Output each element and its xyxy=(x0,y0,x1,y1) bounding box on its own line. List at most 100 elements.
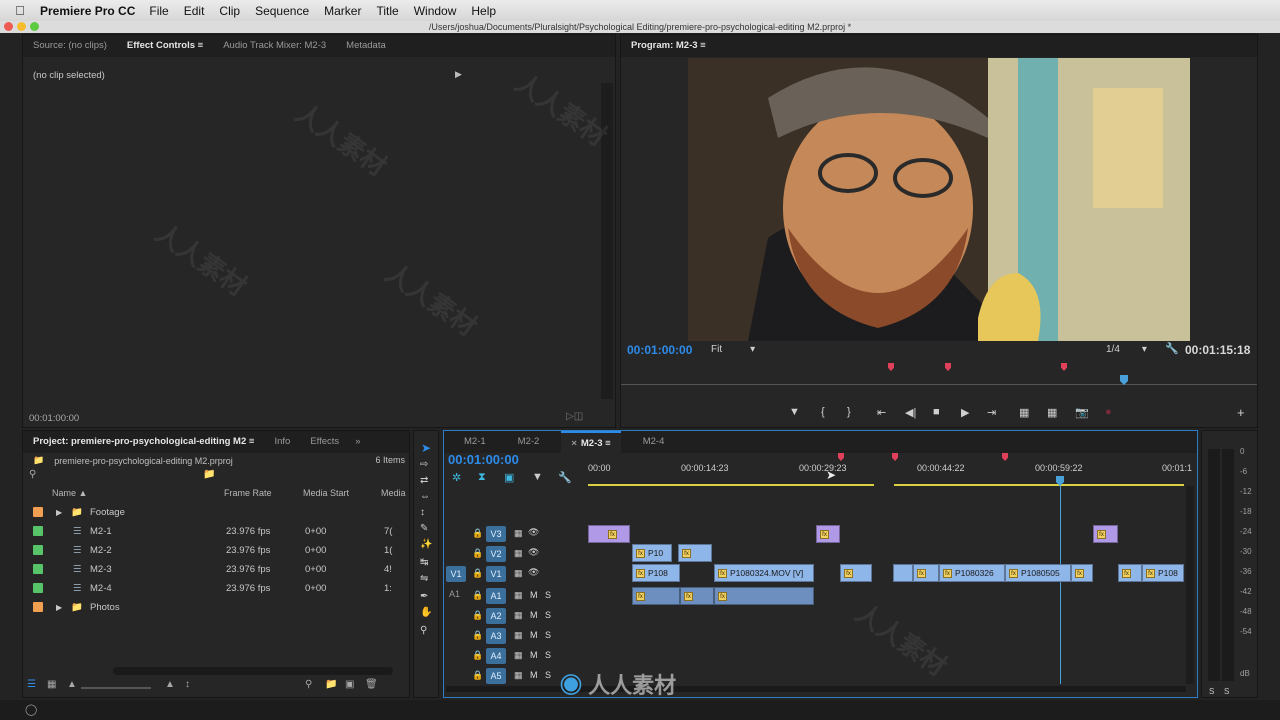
column-media-start[interactable]: Media Start xyxy=(303,488,349,498)
toggle-sync-lock-icon[interactable]: ▦ xyxy=(514,590,523,601)
menu-marker[interactable]: Marker xyxy=(324,4,361,18)
timeline-vertical-scrollbar[interactable] xyxy=(1186,486,1194,684)
label-color-swatch[interactable] xyxy=(33,545,43,555)
find-icon[interactable]: ⚲ xyxy=(305,679,312,690)
project-sequence-row[interactable]: ☰ M2-3 23.976 fps 0+00 4! xyxy=(23,560,393,579)
toggle-sync-lock-icon[interactable]: ▦ xyxy=(514,568,523,579)
solo-button[interactable]: S xyxy=(545,650,551,660)
zoom-window-button[interactable] xyxy=(30,22,39,31)
lock-icon[interactable]: 🔒 xyxy=(472,590,483,601)
label-color-swatch[interactable] xyxy=(33,507,43,517)
rate-stretch-tool-icon[interactable]: ↕ xyxy=(420,507,425,518)
timeline-clip[interactable]: fx P108 xyxy=(1142,564,1184,582)
menu-clip[interactable]: Clip xyxy=(219,4,240,18)
lock-icon[interactable]: 🔒 xyxy=(472,630,483,641)
project-folder-row[interactable]: ▶ 📁 Footage xyxy=(23,503,393,522)
rolling-edit-tool-icon[interactable]: ⇔ xyxy=(420,491,430,502)
pen-tool-icon[interactable]: ✒ xyxy=(420,591,428,602)
audio-clip[interactable]: fx xyxy=(632,587,680,605)
marker[interactable] xyxy=(892,453,898,461)
zoom-level-select[interactable]: Fit ▾ xyxy=(711,344,755,355)
settings-wrench-icon[interactable]: 🔧 xyxy=(558,471,572,484)
minimize-window-button[interactable] xyxy=(17,22,26,31)
toggle-sync-lock-icon[interactable]: ▦ xyxy=(514,630,523,641)
snap-icon[interactable]: ⧗ xyxy=(478,471,486,484)
lock-icon[interactable]: 🔒 xyxy=(472,610,483,621)
timeline-clip[interactable] xyxy=(893,564,913,582)
resolution-select[interactable]: 1/4 ▾ xyxy=(1106,344,1147,355)
scrollbar[interactable] xyxy=(601,83,613,399)
track-select-tool-icon[interactable]: ⇨ xyxy=(420,459,428,470)
slip-tool-icon[interactable]: ↹ xyxy=(420,557,428,568)
timeline-clip[interactable]: fx P1080505 xyxy=(1005,564,1071,582)
lock-icon[interactable]: 🔒 xyxy=(472,670,483,681)
menu-edit[interactable]: Edit xyxy=(184,4,205,18)
track-label[interactable]: V1 xyxy=(486,566,506,582)
menu-title[interactable]: Title xyxy=(376,4,398,18)
label-color-swatch[interactable] xyxy=(33,526,43,536)
mark-out-icon[interactable]: } xyxy=(847,406,851,418)
zoom-slider[interactable] xyxy=(81,687,151,689)
marker[interactable] xyxy=(888,363,894,371)
apple-icon[interactable]:  xyxy=(0,3,40,18)
delete-icon[interactable]: 🗑 xyxy=(365,679,378,690)
toggle-sync-lock-icon[interactable]: ▦ xyxy=(514,650,523,661)
timeline-timecode[interactable]: 00:01:00:00 xyxy=(448,452,519,467)
label-color-swatch[interactable] xyxy=(33,583,43,593)
audio-clip[interactable]: fx xyxy=(680,587,714,605)
tab-audio-track-mixer[interactable]: Audio Track Mixer: M2-3 xyxy=(213,35,336,57)
timeline-clip[interactable]: fx xyxy=(678,544,712,562)
timeline-clip[interactable]: fx xyxy=(1118,564,1142,582)
timeline-clip[interactable]: fx xyxy=(840,564,872,582)
marker[interactable] xyxy=(1061,363,1067,371)
tab-sequence-m2-3[interactable]: × M2-3 ≡ xyxy=(561,431,621,453)
go-to-out-icon[interactable]: ⇥ xyxy=(987,406,996,419)
work-area-bar[interactable] xyxy=(894,484,1184,486)
source-patch-v1[interactable]: V1 xyxy=(446,566,466,582)
lock-icon[interactable]: 🔒 xyxy=(472,650,483,661)
tab-program[interactable]: Program: M2-3 ≡ xyxy=(621,35,716,57)
lift-icon[interactable]: ▦ xyxy=(1019,406,1029,419)
horizontal-scrollbar[interactable] xyxy=(113,667,393,675)
tab-source[interactable]: Source: (no clips) xyxy=(23,35,117,57)
program-scrub-bar[interactable] xyxy=(621,363,1257,393)
expand-triangle-icon[interactable]: ▶ xyxy=(56,508,62,517)
automate-icon[interactable]: ↕ xyxy=(185,679,190,690)
timeline-clip[interactable]: fx xyxy=(913,564,939,582)
slide-tool-icon[interactable]: ⇋ xyxy=(420,573,428,584)
timeline-clip[interactable]: fx xyxy=(588,525,630,543)
lock-icon[interactable]: 🔒 xyxy=(472,548,483,559)
tab-project[interactable]: Project: premiere-pro-psychological-edit… xyxy=(23,431,264,453)
add-marker-icon[interactable]: ▼ xyxy=(789,406,800,418)
track-label[interactable]: A4 xyxy=(486,648,506,664)
tab-effects[interactable]: Effects xyxy=(300,431,349,453)
mute-button[interactable]: M xyxy=(530,590,538,600)
audio-clip[interactable]: fx xyxy=(714,587,814,605)
mute-button[interactable]: M xyxy=(530,670,538,680)
close-tab-icon[interactable]: × xyxy=(571,438,577,449)
timeline-clip[interactable]: fx P1080324.MOV [V] xyxy=(714,564,814,582)
mute-button[interactable]: M xyxy=(530,630,538,640)
timeline-clip[interactable]: fx P108 xyxy=(632,564,680,582)
project-folder-row[interactable]: ▶ 📁 Photos xyxy=(23,598,393,617)
timeline-horizontal-scrollbar[interactable] xyxy=(446,686,1186,692)
tab-sequence-m2-1[interactable]: M2-1 xyxy=(444,431,496,453)
tab-metadata[interactable]: Metadata xyxy=(336,35,396,57)
track-label[interactable]: A2 xyxy=(486,608,506,624)
timeline-clip[interactable]: fx xyxy=(816,525,840,543)
status-indicator-icon[interactable]: ◯ xyxy=(25,703,37,716)
toggle-sync-lock-icon[interactable]: ▦ xyxy=(514,528,523,539)
timeline-clip[interactable]: fx xyxy=(1093,525,1118,543)
eye-icon[interactable]: 👁 xyxy=(528,527,539,538)
ripple-edit-tool-icon[interactable]: ⇄ xyxy=(420,475,428,486)
expand-triangle-icon[interactable]: ▶ xyxy=(56,603,62,612)
mark-in-icon[interactable]: { xyxy=(821,406,825,418)
project-sequence-row[interactable]: ☰ M2-4 23.976 fps 0+00 1: xyxy=(23,579,393,598)
timeline-ruler[interactable]: 00:00 00:00:14:23 00:00:29:23 00:00:44:2… xyxy=(588,453,1192,490)
track-label[interactable]: V2 xyxy=(486,546,506,562)
tab-info[interactable]: Info xyxy=(264,431,300,453)
solo-left-button[interactable]: S xyxy=(1209,687,1214,696)
menu-sequence[interactable]: Sequence xyxy=(255,4,309,18)
solo-button[interactable]: S xyxy=(545,610,551,620)
solo-button[interactable]: S xyxy=(545,670,551,680)
